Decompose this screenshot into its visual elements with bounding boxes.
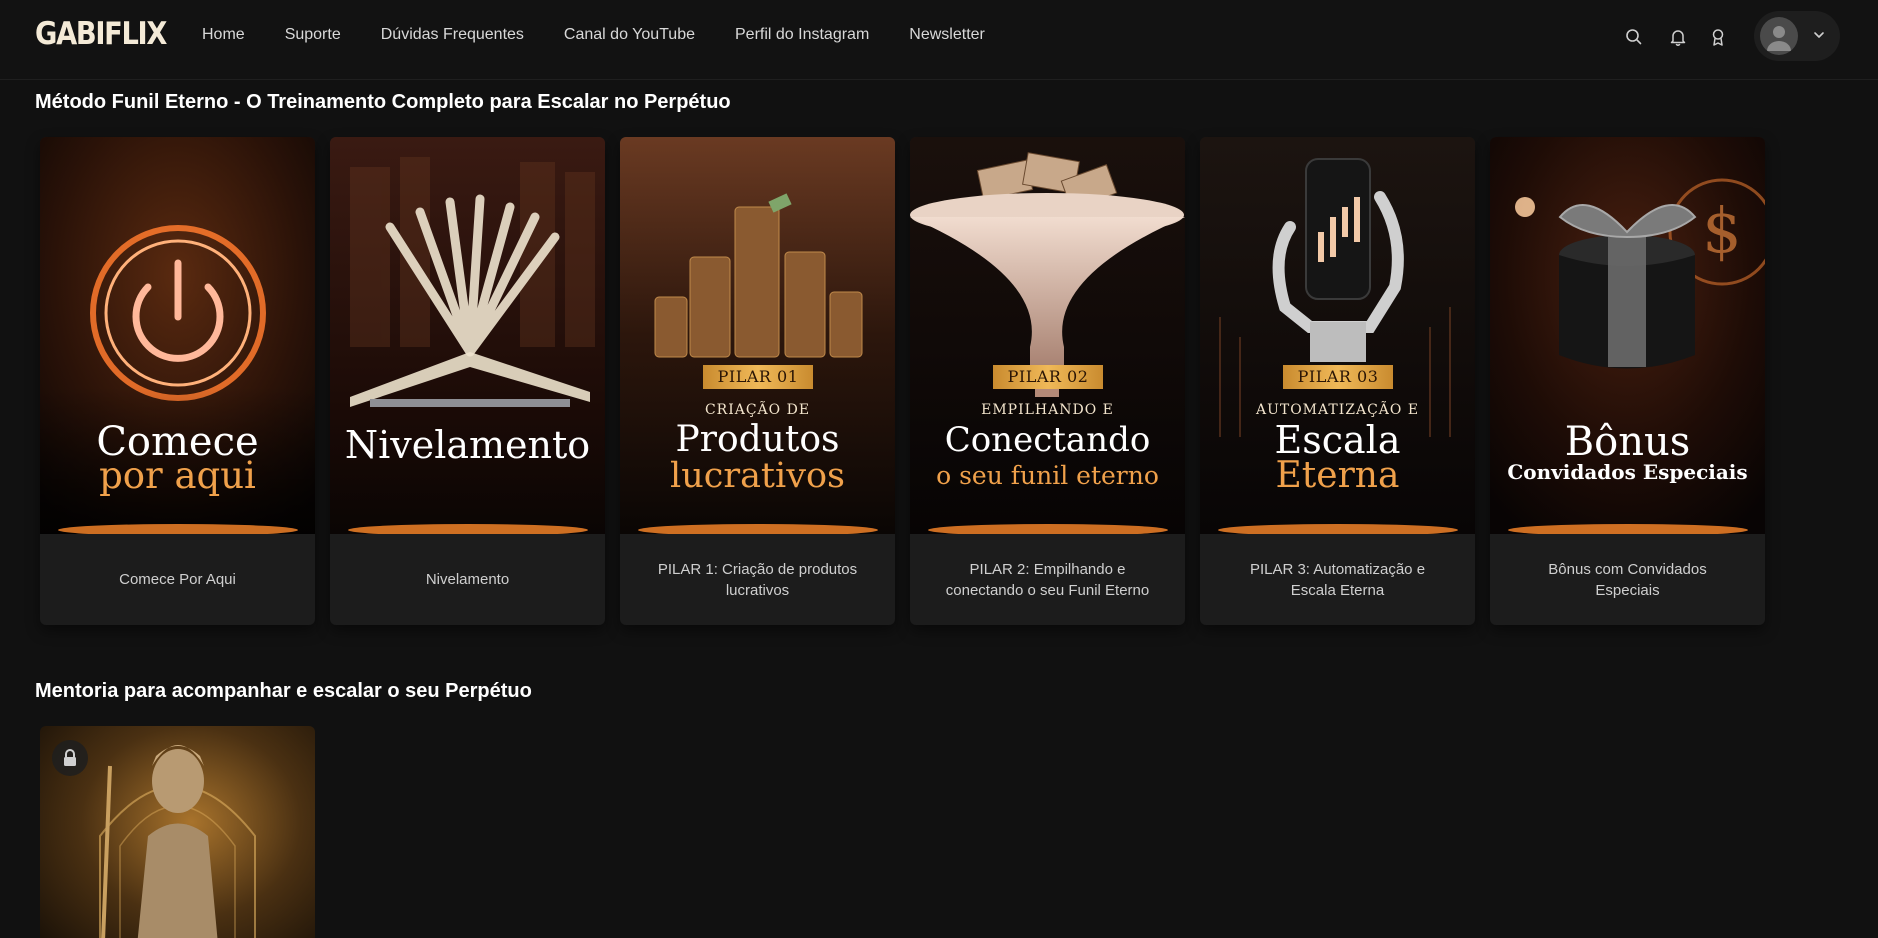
card-art-title: Conectando — [944, 420, 1151, 460]
logo[interactable]: GABIFLIX — [35, 16, 167, 52]
card-art-title: Produtos — [675, 419, 840, 460]
user-menu[interactable] — [1754, 11, 1840, 61]
card-caption: PILAR 2: Empilhando e conectando o seu F… — [945, 560, 1150, 599]
card-art-subtitle: Eterna — [1275, 455, 1400, 496]
card-art-title: Escala — [1274, 418, 1401, 462]
card-art-title: Nivelamento — [344, 423, 591, 467]
card-art-subtitle: por aqui — [99, 454, 256, 497]
main-nav: Home Suporte Dúvidas Frequentes Canal do… — [202, 26, 1025, 44]
module-card-pilar-2[interactable]: PILAR 02 EMPILHANDO E Conectando o seu f… — [910, 137, 1185, 625]
section-title-metodo: Método Funil Eterno - O Treinamento Comp… — [35, 91, 731, 113]
module-card-mentoria[interactable] — [40, 726, 315, 938]
module-thumbnail: PILAR 01 CRIAÇÃO DE Produtos lucrativos — [620, 137, 895, 534]
user-avatar[interactable] — [1760, 17, 1798, 55]
module-thumbnail: Comece por aqui — [40, 137, 315, 534]
card-art-title: Bônus — [1564, 419, 1691, 465]
card-art-kicker: CRIAÇÃO DE — [704, 402, 811, 418]
module-thumbnail: Nivelamento — [330, 137, 605, 534]
nav-perfil-instagram[interactable]: Perfil do Instagram — [735, 26, 869, 44]
module-card-pilar-1[interactable]: PILAR 01 CRIAÇÃO DE Produtos lucrativos … — [620, 137, 895, 625]
card-art-subtitle: Convidados Especiais — [1507, 460, 1748, 484]
locked-badge — [52, 740, 88, 776]
nav-canal-youtube[interactable]: Canal do YouTube — [564, 26, 695, 44]
card-caption: Bônus com Convidados Especiais — [1548, 560, 1707, 599]
nav-newsletter[interactable]: Newsletter — [909, 26, 985, 44]
card-art-subtitle: lucrativos — [670, 456, 845, 496]
top-header: GABIFLIX Home Suporte Dúvidas Frequentes… — [0, 0, 1878, 80]
module-thumbnail: PILAR 03 AUTOMATIZAÇÃO E Escala Eterna — [1200, 137, 1475, 534]
pilar-badge: PILAR 03 — [1283, 365, 1393, 389]
bell-icon[interactable] — [1668, 27, 1688, 47]
pilar-badge: PILAR 01 — [703, 365, 813, 389]
card-art-subtitle: o seu funil eterno — [936, 461, 1159, 490]
card-art-kicker: AUTOMATIZAÇÃO E — [1255, 402, 1420, 418]
user-avatar-icon — [1767, 26, 1791, 51]
module-card-pilar-3[interactable]: PILAR 03 AUTOMATIZAÇÃO E Escala Eterna P… — [1200, 137, 1475, 625]
pilar-badge: PILAR 02 — [993, 365, 1103, 389]
chevron-down-icon[interactable] — [1812, 28, 1826, 42]
module-card-comece[interactable]: Comece por aqui Comece Por Aqui — [40, 137, 315, 625]
card-art-kicker: EMPILHANDO E — [981, 402, 1114, 418]
search-icon[interactable] — [1624, 27, 1644, 47]
module-card-bonus[interactable]: $ Bônus Convidados Especiais Bônus com C… — [1490, 137, 1765, 625]
section-title-mentoria: Mentoria para acompanhar e escalar o seu… — [35, 680, 532, 702]
nav-home[interactable]: Home — [202, 26, 245, 44]
nav-duvidas-frequentes[interactable]: Dúvidas Frequentes — [381, 26, 524, 44]
nav-suporte[interactable]: Suporte — [285, 26, 341, 44]
module-thumbnail: $ Bônus Convidados Especiais — [1490, 137, 1765, 534]
card-caption: PILAR 3: Automatização e Escala Eterna — [1249, 560, 1426, 599]
card-caption: Nivelamento — [425, 571, 510, 588]
award-icon[interactable] — [1708, 27, 1728, 47]
module-thumbnail: PILAR 02 EMPILHANDO E Conectando o seu f… — [910, 137, 1185, 534]
lock-icon — [64, 749, 76, 766]
card-caption: Comece Por Aqui — [119, 571, 236, 588]
svg-text:$: $ — [1702, 194, 1741, 267]
card-caption: PILAR 1: Criação de produtos lucrativos — [657, 560, 858, 599]
module-card-nivelamento[interactable]: Nivelamento Nivelamento — [330, 137, 605, 625]
